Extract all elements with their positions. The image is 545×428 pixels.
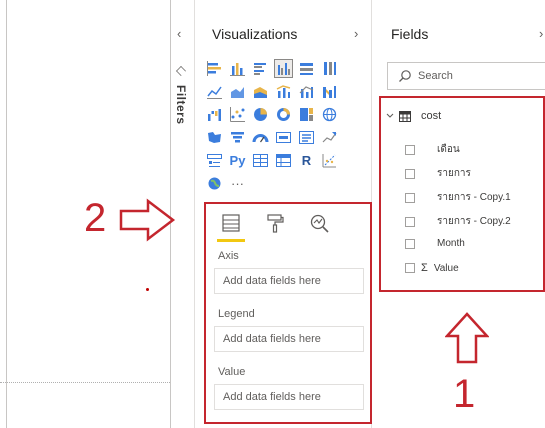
python-visual-icon[interactable]: Py: [229, 152, 246, 169]
table-icon[interactable]: [252, 152, 269, 169]
field-checkbox[interactable]: [405, 144, 415, 155]
waterfall-icon[interactable]: [206, 106, 223, 123]
field-checkbox[interactable]: [405, 238, 415, 249]
legend-well[interactable]: Add data fields here: [214, 326, 364, 352]
axis-label: Axis: [218, 250, 239, 262]
search-icon: [399, 70, 411, 82]
donut-chart-icon[interactable]: [275, 106, 292, 123]
field-item[interactable]: รายการ - Copy.1: [405, 190, 511, 205]
globe-icon[interactable]: [206, 175, 223, 192]
field-item[interactable]: Month: [405, 238, 465, 249]
visualizations-title: Visualizations: [212, 26, 298, 42]
gauge-icon[interactable]: [252, 129, 269, 146]
paint-roller-icon: [267, 214, 284, 233]
field-checkbox[interactable]: [405, 168, 415, 179]
canvas-border: [6, 0, 7, 428]
table-name: cost: [421, 110, 442, 122]
filter-collapse-icon[interactable]: [176, 66, 186, 76]
line-chart-icon[interactable]: [206, 83, 223, 100]
arrow-up-annotation-icon: [445, 312, 489, 364]
stacked-area-icon[interactable]: [252, 83, 269, 100]
chevron-down-icon: [386, 113, 394, 118]
more-visuals-icon[interactable]: ···: [229, 175, 246, 192]
legend-label: Legend: [218, 308, 255, 320]
analytics-tab[interactable]: [308, 212, 330, 234]
multi-row-card-icon[interactable]: [298, 129, 315, 146]
annotation-number-2: 2: [84, 196, 107, 240]
chevron-right-icon[interactable]: ›: [354, 26, 358, 41]
annotation-dot: [146, 288, 149, 291]
sigma-icon: Σ: [421, 262, 428, 274]
clustered-bar-icon[interactable]: [252, 60, 269, 77]
field-label: รายการ - Copy.1: [437, 192, 511, 203]
page-divider: [0, 382, 170, 383]
field-item[interactable]: รายการ: [405, 166, 471, 181]
axis-well[interactable]: Add data fields here: [214, 268, 364, 294]
field-checkbox[interactable]: [405, 216, 415, 227]
analytics-magnifier-icon: [310, 214, 329, 233]
expand-left-icon[interactable]: ‹: [177, 26, 181, 41]
filters-label[interactable]: Filters: [174, 85, 188, 125]
field-checkbox[interactable]: [405, 192, 415, 203]
r-visual-icon[interactable]: R: [298, 152, 315, 169]
table-node[interactable]: cost: [385, 110, 441, 122]
line-clustered-column-icon[interactable]: [275, 83, 292, 100]
key-influencers-icon[interactable]: [321, 152, 338, 169]
table-icon: [399, 110, 411, 122]
line-stacked-column-icon[interactable]: [298, 83, 315, 100]
value-label: Value: [218, 366, 246, 378]
100-stacked-bar-icon[interactable]: [298, 60, 315, 77]
field-checkbox[interactable]: [405, 263, 415, 273]
area-chart-icon[interactable]: [229, 83, 246, 100]
format-tab[interactable]: [264, 212, 286, 234]
matrix-icon[interactable]: [275, 152, 292, 169]
field-label: Value: [433, 262, 459, 274]
viz-subtabs: [217, 212, 330, 242]
arrow-right-annotation-icon: [119, 198, 176, 242]
field-label: รายการ: [437, 168, 471, 179]
field-item[interactable]: รายการ - Copy.2: [405, 214, 511, 229]
treemap-icon[interactable]: [298, 106, 315, 123]
card-icon[interactable]: [275, 129, 292, 146]
field-label: รายการ - Copy.2: [437, 216, 511, 227]
fields-tab[interactable]: [217, 212, 245, 242]
ribbon-chart-icon[interactable]: [321, 83, 338, 100]
100-stacked-column-icon[interactable]: [321, 60, 338, 77]
fields-wells-section: Axis Add data fields here Legend Add dat…: [204, 202, 372, 424]
field-item[interactable]: Σ Value: [405, 262, 459, 274]
value-well[interactable]: Add data fields here: [214, 384, 364, 410]
slicer-icon[interactable]: [206, 152, 223, 169]
stacked-bar-icon[interactable]: [206, 60, 223, 77]
stacked-column-icon[interactable]: [229, 60, 246, 77]
annotation-number-1: 1: [453, 372, 476, 416]
fields-pane: Fields › Search cost เดือน รายการ รายการ…: [373, 0, 545, 428]
field-label: เดือน: [437, 144, 460, 155]
visualizations-pane: Visualizations › Py R ··· Axis Add data …: [196, 0, 372, 428]
chevron-right-icon[interactable]: ›: [539, 26, 543, 41]
visual-gallery: Py R ···: [206, 59, 356, 197]
pie-chart-icon[interactable]: [252, 106, 269, 123]
search-placeholder: Search: [418, 70, 453, 82]
filled-map-icon[interactable]: [206, 129, 223, 146]
fields-tab-icon: [222, 214, 240, 232]
field-item[interactable]: เดือน: [405, 142, 460, 157]
scatter-icon[interactable]: [229, 106, 246, 123]
clustered-column-icon[interactable]: [274, 59, 293, 78]
field-label: Month: [437, 238, 465, 249]
kpi-icon[interactable]: [321, 129, 338, 146]
search-input[interactable]: Search: [387, 62, 545, 90]
map-icon[interactable]: [321, 106, 338, 123]
fields-title: Fields: [391, 26, 429, 42]
field-list: cost เดือน รายการ รายการ - Copy.1 รายการ…: [379, 96, 545, 292]
funnel-icon[interactable]: [229, 129, 246, 146]
